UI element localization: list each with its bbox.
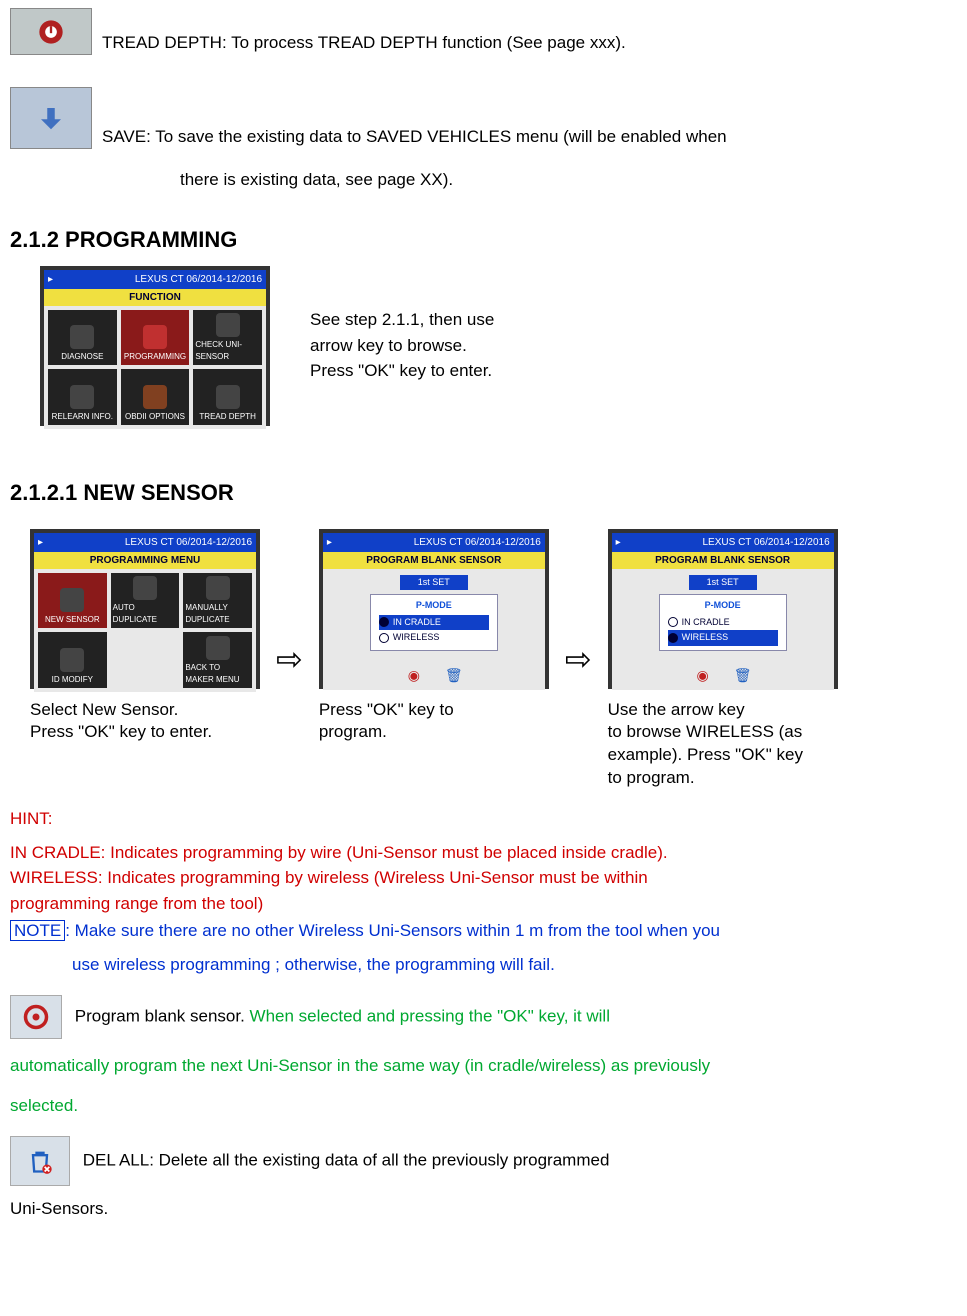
delall-text1: DEL ALL: Delete all the existing data of… [83, 1151, 610, 1170]
note-line: NOTE: Make sure there are no other Wirel… [10, 918, 957, 944]
program-blank-green3: selected. [10, 1093, 957, 1119]
device-screen-progmenu: ▸LEXUS CT 06/2014-12/2016 PROGRAMMING ME… [30, 529, 260, 689]
cell-tread: TREAD DEPTH [193, 369, 262, 425]
device-screen-blank2: ▸LEXUS CT 06/2014-12/2016 PROGRAM BLANK … [608, 529, 838, 689]
cell-programming: PROGRAMMING [121, 310, 190, 366]
cell-mandup: MANUALLY DUPLICATE [183, 573, 252, 629]
caption-1: Select New Sensor. Press "OK" key to ent… [30, 699, 260, 745]
delall-row: DEL ALL: Delete all the existing data of… [10, 1136, 957, 1186]
hint-l2: WIRELESS: Indicates programming by wirel… [10, 865, 957, 891]
step-2: ▸LEXUS CT 06/2014-12/2016 PROGRAM BLANK … [319, 529, 549, 745]
program-icon: ◉ [404, 666, 424, 686]
pmode-1: 1st SET P-MODE IN CRADLE WIRELESS ◉ 🗑 [323, 569, 545, 690]
delall-text2: Uni-Sensors. [10, 1196, 957, 1222]
cell-back: BACK TO MAKER MENU [183, 632, 252, 688]
step-3: ▸LEXUS CT 06/2014-12/2016 PROGRAM BLANK … [608, 529, 838, 791]
blank-label-1: PROGRAM BLANK SENSOR [323, 552, 545, 569]
cell-obdii: OBDII OPTIONS [121, 369, 190, 425]
hint-label: HINT: [10, 806, 957, 832]
hint-l3: programming range from the tool) [10, 891, 957, 917]
save-text-2: there is existing data, see page XX). [180, 167, 957, 193]
pmode-box-1: P-MODE IN CRADLE WIRELESS [370, 594, 498, 651]
caption-3: Use the arrow key to browse WIRELESS (as… [608, 699, 838, 791]
tread-depth-icon [10, 8, 92, 55]
programming-row: ▸LEXUS CT 06/2014-12/2016 FUNCTION DIAGN… [40, 266, 957, 426]
caption-2: Press "OK" key to program. [319, 699, 549, 745]
function-label: FUNCTION [44, 289, 266, 306]
device-titlebar: ▸LEXUS CT 06/2014-12/2016 [44, 270, 266, 289]
opt-wireless: WIRELESS [379, 630, 489, 646]
cell-idmod: ID MODIFY [38, 632, 107, 688]
cell-newsensor: NEW SENSOR [38, 573, 107, 629]
tread-depth-text: TREAD DEPTH: To process TREAD DEPTH func… [102, 30, 626, 56]
tread-depth-row: TREAD DEPTH: To process TREAD DEPTH func… [10, 8, 957, 55]
arrow-icon-1: ⇨ [266, 635, 313, 683]
function-grid: DIAGNOSE PROGRAMMING CHECK UNI-SENSOR RE… [44, 306, 266, 429]
heading-programming: 2.1.2 PROGRAMMING [10, 223, 957, 256]
set-label: 1st SET [400, 575, 468, 591]
note-text2: use wireless programming ; otherwise, th… [72, 952, 957, 978]
program-blank-black: Program blank sensor. [75, 1007, 250, 1026]
delete-icon: 🗑 [444, 666, 464, 686]
cell-relearn: RELEARN INFO. [48, 369, 117, 425]
prog-menu-label: PROGRAMMING MENU [34, 552, 256, 569]
opt-incradle-sel: IN CRADLE [379, 615, 489, 631]
heading-new-sensor: 2.1.2.1 NEW SENSOR [10, 476, 957, 509]
opt-wireless-sel: WIRELESS [668, 630, 778, 646]
blank-label-2: PROGRAM BLANK SENSOR [612, 552, 834, 569]
save-icon [10, 87, 92, 149]
delall-icon [10, 1136, 70, 1186]
prog-cap-3: Press "OK" key to enter. [310, 358, 494, 384]
program-blank-icon [10, 995, 62, 1039]
save-row: SAVE: To save the existing data to SAVED… [10, 87, 957, 149]
program-blank-row: Program blank sensor. When selected and … [10, 995, 957, 1039]
device-screen-function: ▸LEXUS CT 06/2014-12/2016 FUNCTION DIAGN… [40, 266, 270, 426]
prog-cap-1: See step 2.1.1, then use [310, 307, 494, 333]
new-sensor-steps: ▸LEXUS CT 06/2014-12/2016 PROGRAMMING ME… [30, 529, 957, 791]
program-icon: ◉ [693, 666, 713, 686]
pmode-box-2: P-MODE IN CRADLE WIRELESS [659, 594, 787, 651]
programming-caption: See step 2.1.1, then use arrow key to br… [310, 307, 494, 384]
program-blank-green1: When selected and pressing the "OK" key,… [250, 1007, 610, 1026]
hint-l1: IN CRADLE: Indicates programming by wire… [10, 840, 957, 866]
prog-cap-2: arrow key to browse. [310, 333, 494, 359]
cell-autodup: AUTO DUPLICATE [111, 573, 180, 629]
opt-incradle: IN CRADLE [668, 615, 778, 631]
pmode-2: 1st SET P-MODE IN CRADLE WIRELESS ◉ 🗑 [612, 569, 834, 690]
cell-diagnose: DIAGNOSE [48, 310, 117, 366]
note-label: NOTE [10, 920, 65, 941]
cell-check: CHECK UNI-SENSOR [193, 310, 262, 366]
program-blank-green2: automatically program the next Uni-Senso… [10, 1053, 957, 1079]
arrow-icon-2: ⇨ [555, 635, 602, 683]
delete-icon: 🗑 [733, 666, 753, 686]
note-text1: : Make sure there are no other Wireless … [65, 921, 720, 940]
device-screen-blank1: ▸LEXUS CT 06/2014-12/2016 PROGRAM BLANK … [319, 529, 549, 689]
device-title: LEXUS CT 06/2014-12/2016 [135, 272, 262, 287]
step-1: ▸LEXUS CT 06/2014-12/2016 PROGRAMMING ME… [30, 529, 260, 745]
progmenu-grid: NEW SENSOR AUTO DUPLICATE MANUALLY DUPLI… [34, 569, 256, 692]
save-text-1: SAVE: To save the existing data to SAVED… [102, 124, 727, 150]
